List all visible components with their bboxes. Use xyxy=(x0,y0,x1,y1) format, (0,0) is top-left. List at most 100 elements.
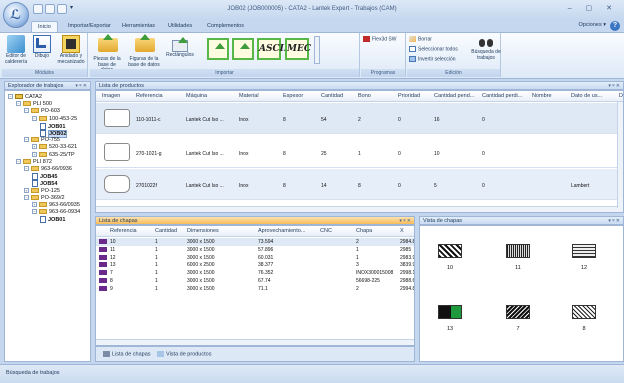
rectangulos-button[interactable]: Rectángulos xyxy=(164,35,196,59)
sheet-thumbnail[interactable] xyxy=(506,305,530,319)
tree-node[interactable]: + PO-125 xyxy=(24,188,60,194)
tree-node[interactable]: − PO-603 xyxy=(24,108,60,114)
tab-herramientas[interactable]: Herramientas xyxy=(116,21,161,32)
gallery-scroll[interactable] xyxy=(314,36,320,64)
tree-node[interactable]: +635-25/TP xyxy=(32,152,75,158)
table-row[interactable] xyxy=(96,245,414,254)
window-controls[interactable]: – ▢ ✕ xyxy=(568,4,618,12)
tree-node[interactable]: − PLI 500 xyxy=(16,101,52,107)
products-column-header[interactable]: Nombre xyxy=(532,91,552,101)
sheet-view-panel-controls[interactable]: ▾ ᵠ ✕ xyxy=(608,217,620,225)
tree-expander-icon[interactable]: + xyxy=(32,202,37,208)
table-row[interactable] xyxy=(96,238,414,246)
figuras-bd-button[interactable]: Figuras de la base de datos xyxy=(126,34,162,68)
piezas-bd-button[interactable]: Piezas de la base de datos xyxy=(92,34,122,74)
table-cell: 71.1 xyxy=(258,285,268,292)
sheets-column-header[interactable]: Cantidad xyxy=(155,226,177,236)
ascii-button[interactable]: ASCII xyxy=(256,38,288,61)
products-panel-controls[interactable]: ▾ ᵠ ✕ xyxy=(608,82,620,90)
tree-node[interactable]: JOB45 xyxy=(32,173,57,181)
import-dwg-button[interactable] xyxy=(231,38,255,61)
sheet-thumbnail[interactable] xyxy=(438,305,462,319)
status-text[interactable]: Búsqueda de trabajos xyxy=(6,370,60,376)
sheet-thumbnail[interactable] xyxy=(572,244,596,258)
import-dxf-button[interactable] xyxy=(206,38,230,61)
products-vscroll[interactable] xyxy=(617,102,623,208)
products-column-header[interactable]: Referencia xyxy=(136,91,163,101)
invertir-seleccion-button[interactable]: Invertir selección xyxy=(409,56,456,62)
tree-node[interactable]: − CATA2 xyxy=(8,94,42,100)
tree-node[interactable]: − 100-453-25 xyxy=(32,116,77,122)
products-column-header[interactable]: Material xyxy=(239,91,259,101)
tab-importar-exportar[interactable]: Importar/Exportar xyxy=(62,21,117,32)
tree-node[interactable]: JOB01 xyxy=(40,216,65,224)
tree-expander-icon[interactable]: − xyxy=(24,108,29,114)
products-column-header[interactable]: Imagen xyxy=(102,91,120,101)
tree-node[interactable]: − PO-755 xyxy=(24,137,60,143)
sheets-hscroll[interactable] xyxy=(96,339,414,345)
sheet-thumbnail[interactable] xyxy=(438,244,462,258)
tree-node[interactable]: − 963-66/0936 xyxy=(24,166,72,172)
tree-expander-icon[interactable]: − xyxy=(32,115,37,121)
tab-complementos[interactable]: Complementos xyxy=(201,21,250,32)
sheet-thumbnail[interactable] xyxy=(572,305,596,319)
tree-node[interactable]: JOB02 xyxy=(40,129,68,138)
table-row[interactable] xyxy=(96,261,414,270)
tree-expander-icon[interactable]: + xyxy=(32,144,37,150)
tree-node[interactable]: +963-66/0935 xyxy=(32,202,80,208)
table-cell: 38.377 xyxy=(258,262,274,269)
products-column-header[interactable]: Cantidad perdi... xyxy=(482,91,522,101)
sheets-column-header[interactable]: Dimensiones xyxy=(187,226,219,236)
products-hscroll[interactable] xyxy=(96,206,623,212)
tree-expander-icon[interactable]: − xyxy=(24,194,29,200)
tree-node[interactable]: JOB01 xyxy=(40,122,65,130)
sheets-column-header[interactable]: X xyxy=(400,226,404,236)
table-row[interactable] xyxy=(96,284,414,293)
tree-node[interactable]: − PLI 872 xyxy=(16,159,52,165)
products-column-header[interactable]: Máquina xyxy=(186,91,207,101)
application-menu-button[interactable]: ℒ xyxy=(3,2,29,28)
mec-button[interactable]: MEC xyxy=(284,38,311,61)
dibujo-button[interactable]: Dibujo xyxy=(31,35,53,60)
tree-expander-icon[interactable]: − xyxy=(32,209,37,215)
products-column-header[interactable]: Bono xyxy=(358,91,371,101)
seleccionar-todos-button[interactable]: Seleccionar todos xyxy=(409,46,458,52)
table-row[interactable] xyxy=(96,253,414,262)
tab-vista-productos[interactable]: Vista de productos xyxy=(157,351,211,357)
products-column-header[interactable]: Espesor xyxy=(283,91,303,101)
products-column-header[interactable]: Prioridad xyxy=(398,91,420,101)
tab-utilidades[interactable]: Utilidades xyxy=(162,21,198,32)
products-column-header[interactable]: Cantidad pend... xyxy=(434,91,474,101)
products-column-header[interactable]: Cantidad xyxy=(321,91,343,101)
tab-lista-chapas[interactable]: Lista de chapas xyxy=(103,351,151,357)
table-cell: 2998.114 xyxy=(400,270,415,277)
sheets-column-header[interactable]: Referencia xyxy=(110,226,137,236)
tree-expander-icon[interactable]: − xyxy=(24,137,29,143)
tree-expander-icon[interactable]: − xyxy=(16,158,21,164)
tab-inicio[interactable]: Inicio xyxy=(31,21,58,32)
tree-node[interactable]: JOB54 xyxy=(32,180,57,188)
editor-caldereria-button[interactable]: Editor de calderería xyxy=(3,35,29,65)
tree-expander-icon[interactable]: − xyxy=(16,101,21,107)
tree-node[interactable]: − 963-66-0934 xyxy=(32,209,80,215)
tree-expander-icon[interactable]: + xyxy=(24,187,29,193)
products-column-header[interactable]: D xyxy=(619,91,623,101)
sheets-column-header[interactable]: CNC xyxy=(320,226,332,236)
tree-expander-icon[interactable]: − xyxy=(24,166,29,172)
sheets-column-header[interactable]: Chapa xyxy=(356,226,372,236)
tree-node[interactable]: +520-33-621 xyxy=(32,144,77,150)
sheets-column-header[interactable]: Aprovechamiento... xyxy=(258,226,305,236)
tree-expander-icon[interactable]: + xyxy=(32,151,37,157)
sheet-thumbnail[interactable] xyxy=(506,244,530,258)
anidado-button[interactable]: Anidado y mecanizado xyxy=(55,35,87,65)
help-icon[interactable]: ? xyxy=(610,21,620,31)
busqueda-trabajos-button[interactable]: Búsqueda de trabajos xyxy=(471,35,501,61)
tree-expander-icon[interactable]: − xyxy=(8,94,13,100)
tree-node[interactable]: − PO-369/2 xyxy=(24,195,65,201)
flex3d-button[interactable]: Flex3d SW xyxy=(363,36,396,42)
products-column-header[interactable]: Dato de us... xyxy=(571,91,602,101)
sheets-panel-controls[interactable]: ▾ ᵠ ✕ xyxy=(399,217,411,225)
explorer-panel-controls[interactable]: ▾ ᵠ ✕ xyxy=(75,82,87,90)
options-menu[interactable]: Opciones ▾ xyxy=(578,22,606,28)
borrar-button[interactable]: Borrar xyxy=(409,36,432,42)
